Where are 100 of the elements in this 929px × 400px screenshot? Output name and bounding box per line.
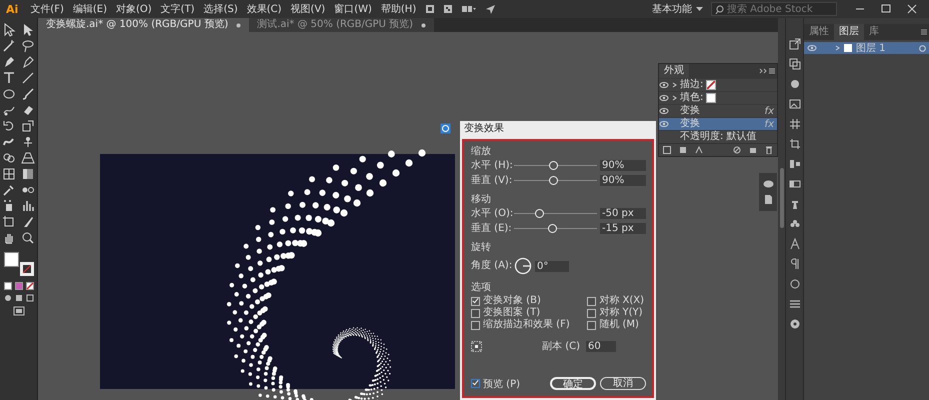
screen-mode-icon[interactable] (12, 306, 24, 316)
eye-icon[interactable] (807, 44, 817, 52)
zoom-icon[interactable] (21, 231, 35, 245)
stock-icon[interactable] (443, 4, 454, 14)
dialog-button[interactable]: 确定 (550, 377, 596, 390)
trash-icon[interactable] (765, 146, 773, 154)
rocket-icon[interactable] (485, 4, 496, 14)
slider-thumb[interactable] (534, 209, 544, 218)
gradient-bar-icon[interactable] (788, 178, 800, 190)
stroke-swatch[interactable] (706, 80, 716, 90)
menu-item[interactable]: 编辑(E) (72, 2, 107, 16)
dialog-button[interactable]: 取消 (600, 377, 646, 390)
panel-menu-icon[interactable] (767, 67, 777, 75)
scrollbar-thumb[interactable] (780, 168, 784, 228)
workspace-switcher[interactable]: 基本功能 (652, 2, 692, 16)
menu-item[interactable]: 帮助(H) (380, 2, 416, 16)
eyedropper-icon[interactable] (2, 183, 16, 197)
value-field[interactable]: 90% (600, 160, 646, 171)
mesh-icon[interactable] (2, 167, 16, 181)
perspective-grid-icon[interactable] (21, 151, 35, 165)
document-icon[interactable] (764, 194, 772, 205)
menu-item[interactable]: 窗口(W) (334, 2, 372, 16)
menu-item[interactable]: 对象(O) (116, 2, 152, 16)
slider-thumb[interactable] (549, 161, 558, 170)
fill-swatch[interactable] (706, 93, 716, 103)
appearance-row[interactable]: 不透明度: 默认值 (659, 130, 777, 143)
artboard-icon[interactable] (2, 215, 16, 229)
align-icon[interactable] (788, 158, 800, 170)
color-mode-icon[interactable] (4, 282, 12, 290)
slider-thumb[interactable] (549, 176, 558, 185)
value-field[interactable]: 60 (586, 340, 616, 352)
club-icon[interactable] (788, 218, 800, 230)
value-field[interactable]: 90% (600, 175, 646, 186)
menu-item[interactable]: 选择(S) (204, 2, 238, 16)
scale-icon[interactable] (21, 119, 35, 133)
gradient-icon[interactable] (21, 167, 35, 181)
eraser-icon[interactable] (21, 103, 35, 117)
pen-icon[interactable] (2, 55, 16, 69)
opentype-icon[interactable] (788, 278, 800, 290)
caret-icon[interactable] (696, 6, 703, 12)
image-icon[interactable] (788, 98, 800, 110)
effect-badge[interactable]: fx (764, 106, 774, 116)
ellipse-icon[interactable] (2, 87, 16, 101)
document-tab[interactable]: 变换螺旋.ai* @ 100% (RGB/GPU 预览) (38, 18, 250, 32)
character-icon[interactable] (788, 238, 800, 250)
none-mode-icon[interactable] (26, 282, 34, 290)
checkbox[interactable]: 预览 (P) (471, 378, 520, 390)
fill-swatch[interactable] (4, 252, 18, 267)
type-icon[interactable] (2, 71, 16, 85)
appearance-row[interactable]: 描边: (659, 78, 777, 91)
draw-inside-icon[interactable] (26, 294, 34, 302)
slice-icon[interactable] (21, 215, 35, 229)
clear-icon[interactable] (733, 146, 741, 154)
bar-graph-icon[interactable] (21, 199, 35, 213)
checkbox[interactable]: 变换图案 (T) (471, 307, 582, 319)
gradient-mode-icon[interactable] (14, 282, 22, 290)
copy-icon[interactable] (788, 58, 800, 70)
cloud-icon[interactable] (762, 179, 774, 188)
color-wheel-icon[interactable] (788, 318, 800, 330)
panel-tab[interactable]: 库 (864, 24, 884, 40)
duplicate-icon[interactable] (749, 146, 757, 154)
eye-icon[interactable] (659, 94, 669, 102)
menu-item[interactable]: 文字(T) (160, 2, 195, 16)
layout-icon[interactable] (461, 4, 478, 14)
checkbox[interactable]: 随机 (M) (587, 319, 644, 331)
eye-icon[interactable] (659, 107, 669, 115)
value-field[interactable]: -50 px (600, 208, 646, 219)
transform-center-icon[interactable] (440, 123, 451, 134)
line-icon[interactable] (21, 71, 35, 85)
panel-title[interactable]: 外观 (659, 64, 689, 78)
direct-selection-icon[interactable] (21, 23, 35, 37)
crop-icon[interactable] (788, 138, 800, 150)
document-tab[interactable]: 测试.ai* @ 50% (RGB/GPU 预览) (249, 18, 434, 32)
checkbox[interactable]: 缩放描边和效果 (F) (471, 319, 582, 331)
curvature-pen-icon[interactable] (21, 55, 35, 69)
export-icon[interactable] (788, 38, 800, 50)
slider-thumb[interactable] (548, 224, 558, 233)
lasso-icon[interactable] (21, 39, 35, 53)
reference-point-icon[interactable] (471, 340, 482, 352)
square-icon[interactable] (663, 146, 671, 154)
menu-item[interactable]: 视图(V) (290, 2, 326, 16)
bridge-icon[interactable] (425, 4, 436, 14)
puppet-warp-icon[interactable] (21, 135, 35, 149)
stroke-lines-icon[interactable] (788, 298, 800, 310)
paintbrush-icon[interactable] (21, 87, 35, 101)
panel-tab[interactable]: 属性 (804, 24, 834, 40)
appearance-row[interactable]: 填色: (659, 91, 777, 104)
rotate-icon[interactable] (2, 119, 16, 133)
eye-icon[interactable] (659, 120, 669, 128)
circle-icon[interactable] (788, 78, 800, 90)
menu-item[interactable]: 文件(F) (30, 2, 64, 16)
checkbox[interactable]: 对称 X(X) (587, 295, 644, 307)
shape-builder-icon[interactable] (2, 151, 16, 165)
value-field[interactable]: -15 px (600, 223, 646, 234)
angle-dial-icon[interactable] (514, 257, 532, 275)
filled-square-icon[interactable] (679, 146, 687, 154)
paragraph-icon[interactable] (788, 258, 800, 270)
draw-normal-icon[interactable] (4, 294, 12, 302)
target-icon[interactable] (919, 44, 926, 52)
grid-icon[interactable] (788, 118, 800, 130)
